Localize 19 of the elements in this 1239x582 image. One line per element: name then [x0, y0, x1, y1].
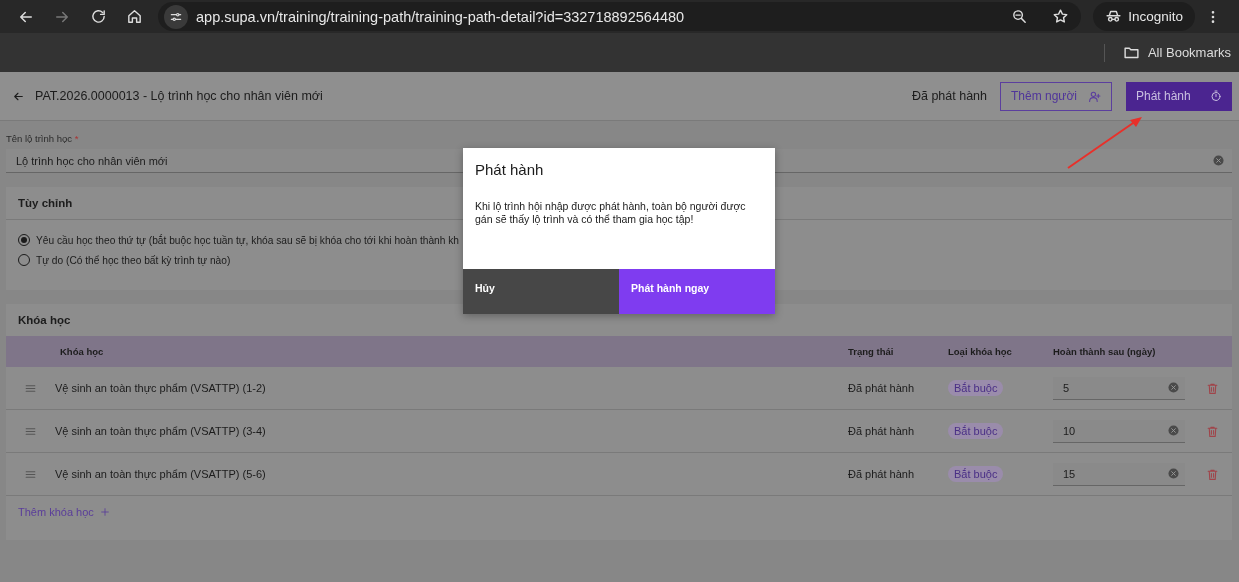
course-name: Vệ sinh an toàn thực phẩm (VSATTP) (1-2)	[55, 382, 266, 394]
url-text: app.supa.vn/training/training-path/training-path-detail?id=332718892564480	[196, 8, 686, 25]
status-label: Đã phát hành	[911, 89, 987, 103]
status-text: Đã phát hành	[848, 425, 915, 437]
dialog-title: Phát hành	[474, 160, 545, 178]
column-header: Khóa học	[59, 345, 105, 359]
course-name: Vệ sinh an toàn thực phẩm (VSATTP) (3-4)	[55, 425, 266, 437]
course-name: Vệ sinh an toàn thực phẩm (VSATTP) (5-6)	[55, 468, 266, 480]
column-header: Hoàn thành sau (ngày)	[1052, 345, 1157, 359]
column-header: Loại khóa học	[947, 345, 1013, 359]
status-text: Đã phát hành	[848, 382, 915, 394]
course-type-tag: Bắt buộc	[948, 380, 1004, 396]
column-header: Trạng thái	[847, 345, 895, 359]
field-label: Tên lộ trình học *	[6, 133, 80, 144]
page-title: PAT.2026.0000013 - Lộ trình học cho nhân viên mới	[35, 89, 324, 103]
panel-title: Khóa học	[17, 313, 72, 329]
course-type-tag: Bắt buộc	[948, 423, 1004, 439]
course-type-tag: Bắt buộc	[948, 466, 1004, 482]
status-text: Đã phát hành	[848, 468, 915, 480]
